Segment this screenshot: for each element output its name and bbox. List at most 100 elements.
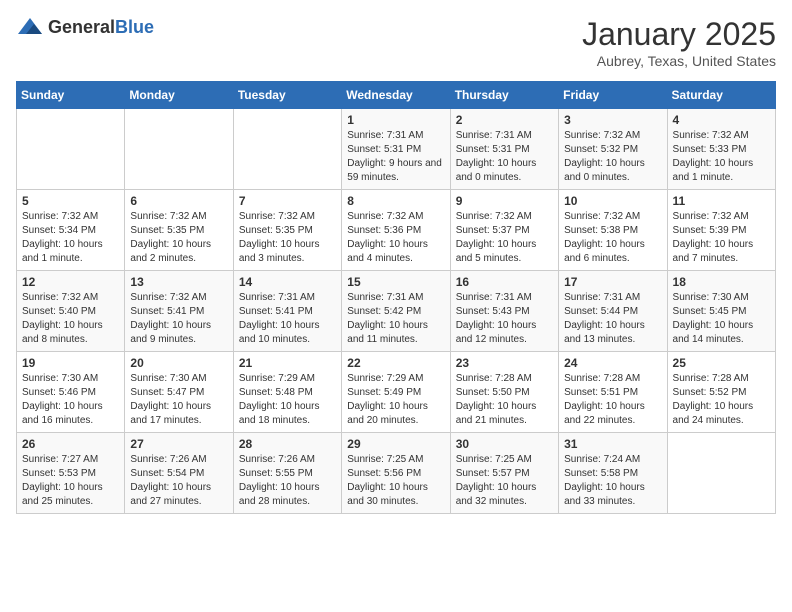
calendar-cell: 7 Sunrise: 7:32 AMSunset: 5:35 PMDaylight…	[233, 190, 341, 271]
day-number: 16	[456, 275, 553, 289]
day-info: Sunrise: 7:26 AMSunset: 5:55 PMDaylight:…	[239, 453, 336, 509]
calendar-cell: 25 Sunrise: 7:28 AMSunset: 5:52 PMDayligh…	[667, 352, 775, 433]
weekday-header-thursday: Thursday	[450, 82, 558, 109]
day-info: Sunrise: 7:31 AMSunset: 5:42 PMDaylight:…	[347, 291, 444, 347]
day-info: Sunrise: 7:27 AMSunset: 5:53 PMDaylight:…	[22, 453, 119, 509]
calendar-subtitle: Aubrey, Texas, United States	[582, 53, 776, 69]
day-number: 29	[347, 437, 444, 451]
calendar-cell: 4 Sunrise: 7:32 AMSunset: 5:33 PMDaylight…	[667, 109, 775, 190]
day-info: Sunrise: 7:32 AMSunset: 5:32 PMDaylight:…	[564, 129, 661, 185]
day-number: 15	[347, 275, 444, 289]
day-number: 6	[130, 194, 227, 208]
day-info: Sunrise: 7:31 AMSunset: 5:43 PMDaylight:…	[456, 291, 553, 347]
day-info: Sunrise: 7:24 AMSunset: 5:58 PMDaylight:…	[564, 453, 661, 509]
week-row-2: 5 Sunrise: 7:32 AMSunset: 5:34 PMDaylight…	[17, 190, 776, 271]
day-info: Sunrise: 7:32 AMSunset: 5:35 PMDaylight:…	[239, 210, 336, 266]
day-info: Sunrise: 7:32 AMSunset: 5:36 PMDaylight:…	[347, 210, 444, 266]
weekday-header-saturday: Saturday	[667, 82, 775, 109]
day-number: 30	[456, 437, 553, 451]
day-number: 26	[22, 437, 119, 451]
weekday-header-sunday: Sunday	[17, 82, 125, 109]
day-number: 20	[130, 356, 227, 370]
day-info: Sunrise: 7:32 AMSunset: 5:40 PMDaylight:…	[22, 291, 119, 347]
calendar-cell: 1 Sunrise: 7:31 AMSunset: 5:31 PMDaylight…	[342, 109, 450, 190]
weekday-header-monday: Monday	[125, 82, 233, 109]
day-info: Sunrise: 7:31 AMSunset: 5:31 PMDaylight:…	[456, 129, 553, 185]
day-number: 2	[456, 113, 553, 127]
week-row-5: 26 Sunrise: 7:27 AMSunset: 5:53 PMDayligh…	[17, 433, 776, 514]
day-info: Sunrise: 7:29 AMSunset: 5:48 PMDaylight:…	[239, 372, 336, 428]
title-block: January 2025 Aubrey, Texas, United State…	[582, 16, 776, 69]
calendar-cell: 13 Sunrise: 7:32 AMSunset: 5:41 PMDayligh…	[125, 271, 233, 352]
day-info: Sunrise: 7:31 AMSunset: 5:31 PMDaylight:…	[347, 129, 444, 185]
weekday-header-tuesday: Tuesday	[233, 82, 341, 109]
day-number: 24	[564, 356, 661, 370]
day-number: 23	[456, 356, 553, 370]
day-number: 25	[673, 356, 770, 370]
weekday-header-friday: Friday	[559, 82, 667, 109]
calendar-cell: 27Sunrise: 7:26 AMSunset: 5:54 PMDayligh…	[125, 433, 233, 514]
day-info: Sunrise: 7:32 AMSunset: 5:39 PMDaylight:…	[673, 210, 770, 266]
day-number: 3	[564, 113, 661, 127]
calendar-cell	[667, 433, 775, 514]
day-info: Sunrise: 7:32 AMSunset: 5:41 PMDaylight:…	[130, 291, 227, 347]
calendar-cell: 30 Sunrise: 7:25 AMSunset: 5:57 PMDayligh…	[450, 433, 558, 514]
day-info: Sunrise: 7:30 AMSunset: 5:46 PMDaylight:…	[22, 372, 119, 428]
day-number: 9	[456, 194, 553, 208]
calendar-cell: 2 Sunrise: 7:31 AMSunset: 5:31 PMDaylight…	[450, 109, 558, 190]
day-info: Sunrise: 7:32 AMSunset: 5:34 PMDaylight:…	[22, 210, 119, 266]
week-row-4: 19 Sunrise: 7:30 AMSunset: 5:46 PMDayligh…	[17, 352, 776, 433]
logo-general: General	[48, 17, 115, 37]
calendar-cell: 17Sunrise: 7:31 AMSunset: 5:44 PMDayligh…	[559, 271, 667, 352]
weekday-header-row: SundayMondayTuesdayWednesdayThursdayFrid…	[17, 82, 776, 109]
day-number: 5	[22, 194, 119, 208]
calendar-cell: 22Sunrise: 7:29 AMSunset: 5:49 PMDayligh…	[342, 352, 450, 433]
day-number: 31	[564, 437, 661, 451]
day-number: 19	[22, 356, 119, 370]
calendar-title: January 2025	[582, 16, 776, 53]
day-info: Sunrise: 7:28 AMSunset: 5:50 PMDaylight:…	[456, 372, 553, 428]
calendar-cell	[125, 109, 233, 190]
week-row-3: 12 Sunrise: 7:32 AMSunset: 5:40 PMDayligh…	[17, 271, 776, 352]
calendar-cell: 24 Sunrise: 7:28 AMSunset: 5:51 PMDayligh…	[559, 352, 667, 433]
day-info: Sunrise: 7:28 AMSunset: 5:52 PMDaylight:…	[673, 372, 770, 428]
day-number: 4	[673, 113, 770, 127]
day-number: 28	[239, 437, 336, 451]
day-info: Sunrise: 7:25 AMSunset: 5:57 PMDaylight:…	[456, 453, 553, 509]
calendar-cell: 6 Sunrise: 7:32 AMSunset: 5:35 PMDaylight…	[125, 190, 233, 271]
calendar-cell	[233, 109, 341, 190]
day-info: Sunrise: 7:32 AMSunset: 5:33 PMDaylight:…	[673, 129, 770, 185]
day-info: Sunrise: 7:31 AMSunset: 5:44 PMDaylight:…	[564, 291, 661, 347]
calendar-cell: 8 Sunrise: 7:32 AMSunset: 5:36 PMDaylight…	[342, 190, 450, 271]
calendar-cell: 15 Sunrise: 7:31 AMSunset: 5:42 PMDayligh…	[342, 271, 450, 352]
calendar-table: SundayMondayTuesdayWednesdayThursdayFrid…	[16, 81, 776, 514]
calendar-cell: 12 Sunrise: 7:32 AMSunset: 5:40 PMDayligh…	[17, 271, 125, 352]
day-number: 1	[347, 113, 444, 127]
calendar-cell: 29 Sunrise: 7:25 AMSunset: 5:56 PMDayligh…	[342, 433, 450, 514]
calendar-cell: 28 Sunrise: 7:26 AMSunset: 5:55 PMDayligh…	[233, 433, 341, 514]
day-number: 12	[22, 275, 119, 289]
calendar-cell: 26 Sunrise: 7:27 AMSunset: 5:53 PMDayligh…	[17, 433, 125, 514]
day-number: 21	[239, 356, 336, 370]
day-info: Sunrise: 7:30 AMSunset: 5:45 PMDaylight:…	[673, 291, 770, 347]
weekday-header-wednesday: Wednesday	[342, 82, 450, 109]
calendar-cell: 3 Sunrise: 7:32 AMSunset: 5:32 PMDaylight…	[559, 109, 667, 190]
logo-blue: Blue	[115, 17, 154, 37]
day-number: 11	[673, 194, 770, 208]
calendar-cell: 19 Sunrise: 7:30 AMSunset: 5:46 PMDayligh…	[17, 352, 125, 433]
page-header: GeneralBlue January 2025 Aubrey, Texas, …	[16, 16, 776, 69]
calendar-cell: 18Sunrise: 7:30 AMSunset: 5:45 PMDayligh…	[667, 271, 775, 352]
day-info: Sunrise: 7:28 AMSunset: 5:51 PMDaylight:…	[564, 372, 661, 428]
day-number: 13	[130, 275, 227, 289]
calendar-cell: 16 Sunrise: 7:31 AMSunset: 5:43 PMDayligh…	[450, 271, 558, 352]
calendar-cell: 31 Sunrise: 7:24 AMSunset: 5:58 PMDayligh…	[559, 433, 667, 514]
day-info: Sunrise: 7:32 AMSunset: 5:35 PMDaylight:…	[130, 210, 227, 266]
week-row-1: 1 Sunrise: 7:31 AMSunset: 5:31 PMDaylight…	[17, 109, 776, 190]
day-info: Sunrise: 7:25 AMSunset: 5:56 PMDaylight:…	[347, 453, 444, 509]
day-number: 10	[564, 194, 661, 208]
calendar-cell: 21 Sunrise: 7:29 AMSunset: 5:48 PMDayligh…	[233, 352, 341, 433]
day-number: 7	[239, 194, 336, 208]
day-info: Sunrise: 7:31 AMSunset: 5:41 PMDaylight:…	[239, 291, 336, 347]
day-number: 8	[347, 194, 444, 208]
calendar-cell	[17, 109, 125, 190]
